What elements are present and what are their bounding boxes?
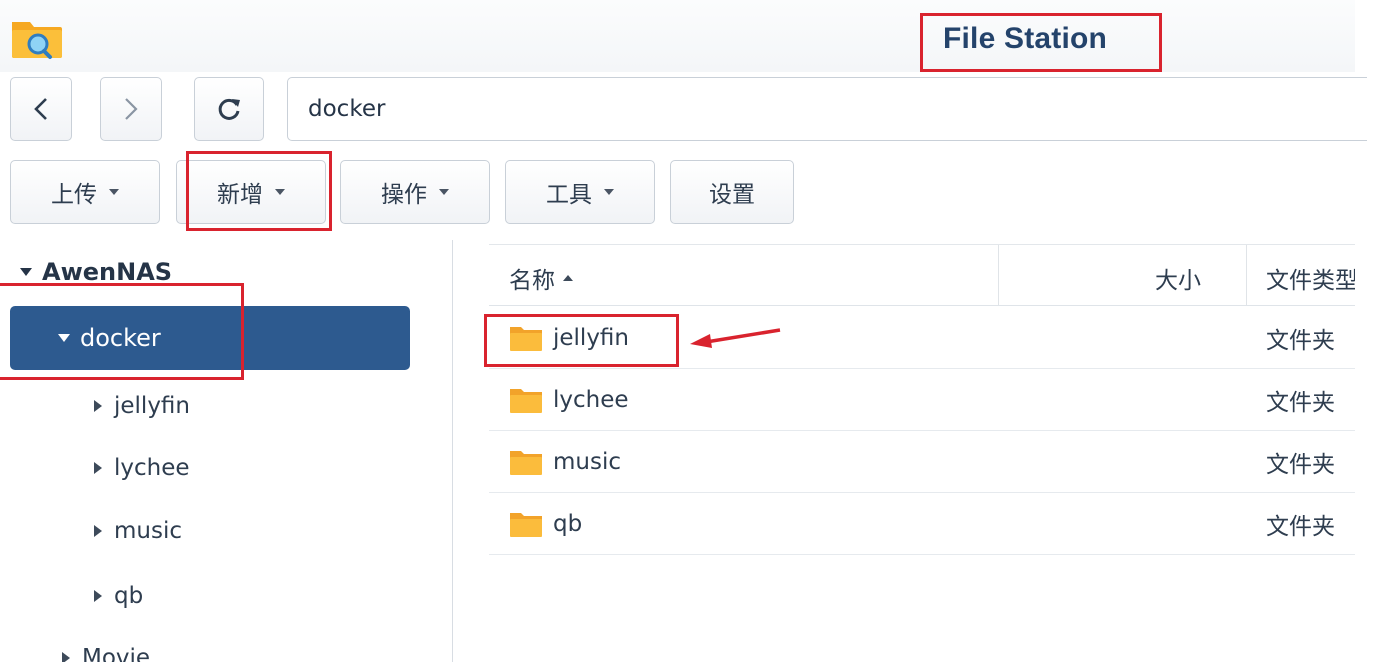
tree-item-label: music bbox=[114, 518, 183, 544]
tree-item-label: qb bbox=[114, 583, 144, 609]
caret-down-icon bbox=[439, 189, 449, 195]
column-header-name[interactable]: 名称 bbox=[509, 261, 573, 295]
title-bar: File Station bbox=[0, 0, 1355, 72]
action-button[interactable]: 操作 bbox=[340, 160, 490, 224]
column-separator[interactable] bbox=[998, 245, 999, 305]
file-station-window: File Station docker 上传 新增 操作 工具 设置 AwenN… bbox=[0, 0, 1380, 662]
folder-icon bbox=[510, 451, 542, 475]
file-name-cell: qb bbox=[509, 493, 582, 555]
path-value: docker bbox=[308, 96, 386, 122]
file-name: music bbox=[553, 449, 622, 475]
caret-down-icon bbox=[604, 189, 614, 195]
tree-item-label: jellyfin bbox=[114, 393, 190, 419]
folder-icon bbox=[510, 513, 542, 537]
column-header-type[interactable]: 文件类型 bbox=[1266, 261, 1355, 295]
action-label: 操作 bbox=[381, 182, 427, 208]
file-name-cell: music bbox=[509, 431, 621, 493]
window-title: File Station bbox=[943, 22, 1108, 55]
refresh-icon bbox=[218, 98, 240, 120]
file-list-header: 名称 大小 文件类型 bbox=[489, 244, 1355, 306]
collapsed-triangle-icon bbox=[94, 400, 102, 412]
tree-divider bbox=[452, 240, 453, 662]
upload-button[interactable]: 上传 bbox=[10, 160, 160, 224]
file-station-app-icon bbox=[12, 22, 62, 59]
expand-triangle-icon bbox=[20, 268, 32, 276]
expand-triangle-icon bbox=[58, 334, 70, 342]
chevron-left-icon bbox=[34, 98, 47, 120]
file-name: lychee bbox=[553, 387, 629, 413]
file-row-qb[interactable]: qb 文件夹 bbox=[489, 493, 1355, 555]
file-type: 文件夹 bbox=[1266, 514, 1335, 540]
create-label: 新增 bbox=[217, 182, 263, 208]
file-name: jellyfin bbox=[553, 325, 629, 351]
tree-item-jellyfin[interactable]: jellyfin bbox=[94, 386, 190, 426]
folder-tree bbox=[0, 240, 452, 662]
caret-down-icon bbox=[109, 189, 119, 195]
file-name-cell: lychee bbox=[509, 369, 629, 431]
sort-ascending-icon bbox=[563, 275, 573, 281]
tree-item-label: docker bbox=[80, 324, 161, 352]
forward-button[interactable] bbox=[100, 77, 162, 141]
file-row-jellyfin[interactable]: jellyfin 文件夹 bbox=[489, 307, 1355, 369]
back-button[interactable] bbox=[10, 77, 72, 141]
folder-icon bbox=[510, 389, 542, 413]
file-type: 文件夹 bbox=[1266, 390, 1335, 416]
file-row-lychee[interactable]: lychee 文件夹 bbox=[489, 369, 1355, 431]
settings-label: 设置 bbox=[709, 182, 755, 208]
tools-label: 工具 bbox=[546, 182, 592, 208]
caret-down-icon bbox=[275, 189, 285, 195]
file-type: 文件夹 bbox=[1266, 328, 1335, 354]
tree-root-awennas[interactable]: AwenNAS bbox=[20, 258, 172, 286]
file-name: qb bbox=[553, 511, 583, 537]
tree-item-music[interactable]: music bbox=[94, 511, 182, 551]
collapsed-triangle-icon bbox=[94, 525, 102, 537]
path-field[interactable]: docker bbox=[287, 77, 1367, 141]
collapsed-triangle-icon bbox=[62, 652, 70, 662]
tools-button[interactable]: 工具 bbox=[505, 160, 655, 224]
tree-item-lychee[interactable]: lychee bbox=[94, 448, 190, 488]
upload-label: 上传 bbox=[51, 182, 97, 208]
tree-item-movie[interactable]: Movie bbox=[62, 638, 150, 662]
chevron-right-icon bbox=[125, 98, 138, 120]
tree-root-label: AwenNAS bbox=[42, 258, 173, 286]
file-name-cell: jellyfin bbox=[509, 307, 629, 369]
tree-item-label: lychee bbox=[114, 455, 190, 481]
file-type: 文件夹 bbox=[1266, 452, 1335, 478]
column-name-label: 名称 bbox=[509, 268, 555, 294]
settings-button[interactable]: 设置 bbox=[670, 160, 794, 224]
tree-item-label: Movie bbox=[82, 645, 151, 662]
collapsed-triangle-icon bbox=[94, 462, 102, 474]
create-button[interactable]: 新增 bbox=[176, 160, 326, 224]
collapsed-triangle-icon bbox=[94, 590, 102, 602]
column-separator[interactable] bbox=[1246, 245, 1247, 305]
tree-item-qb[interactable]: qb bbox=[94, 576, 143, 616]
folder-icon bbox=[510, 327, 542, 351]
tree-item-docker[interactable]: docker bbox=[10, 306, 410, 370]
refresh-button[interactable] bbox=[194, 77, 264, 141]
file-row-music[interactable]: music 文件夹 bbox=[489, 431, 1355, 493]
column-header-size[interactable]: 大小 bbox=[1155, 261, 1201, 295]
